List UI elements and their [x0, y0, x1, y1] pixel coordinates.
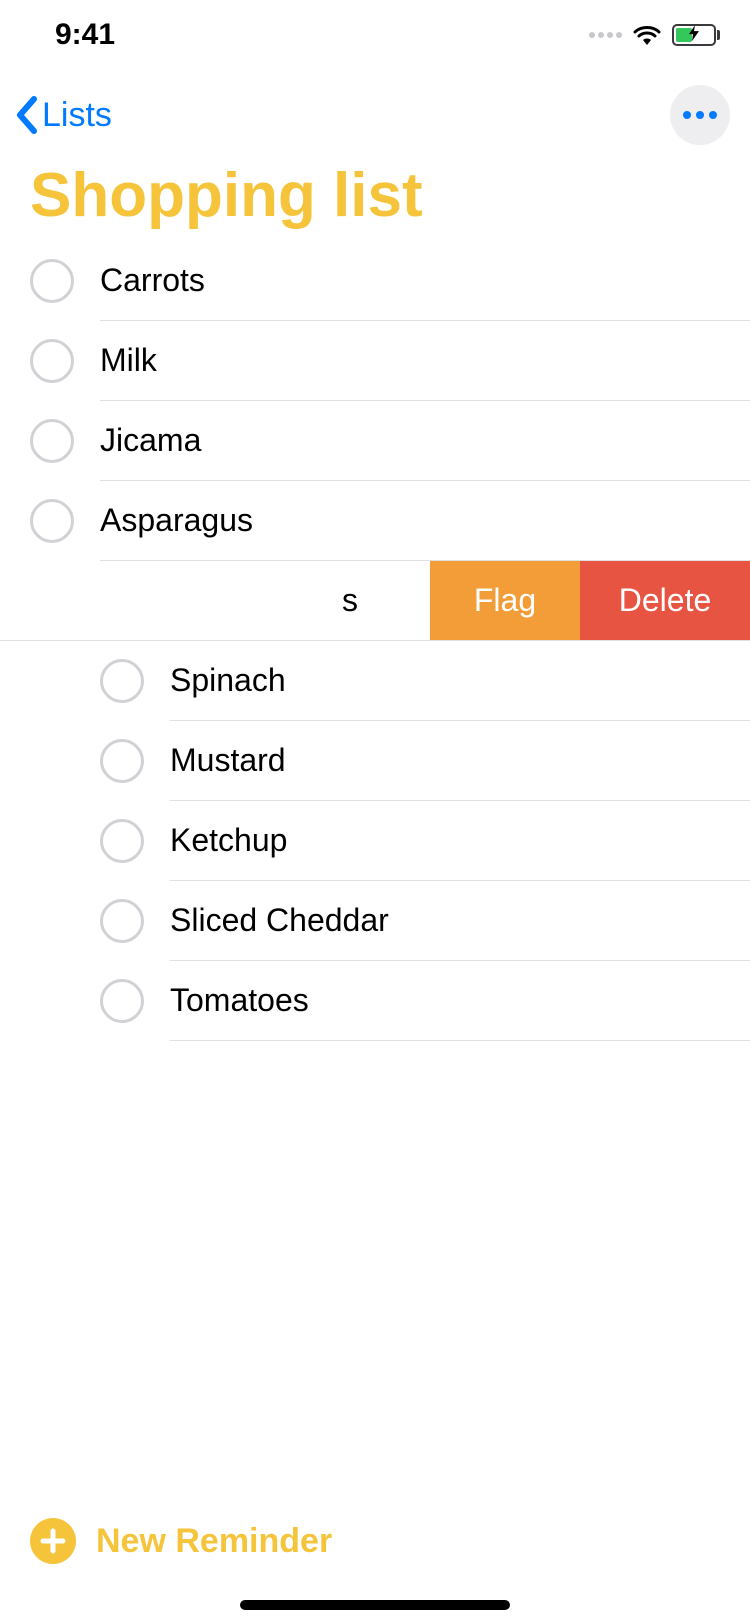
- back-label: Lists: [42, 96, 112, 135]
- battery-icon: [672, 24, 720, 46]
- reminder-label: Mustard: [170, 742, 286, 779]
- status-time: 9:41: [55, 18, 115, 52]
- status-icons: [589, 24, 720, 46]
- status-bar: 9:41: [0, 0, 750, 70]
- reminder-label: Asparagus: [100, 502, 253, 539]
- ellipsis-icon: [683, 111, 691, 119]
- reminder-item[interactable]: Sliced Cheddar: [0, 881, 750, 961]
- reminder-item[interactable]: Ketchup: [0, 801, 750, 881]
- new-reminder-label: New Reminder: [96, 1522, 332, 1561]
- reminder-label: Jicama: [100, 422, 201, 459]
- home-indicator[interactable]: [240, 1600, 510, 1610]
- wifi-icon: [632, 24, 662, 46]
- reminder-label: Milk: [100, 342, 157, 379]
- page-title: Shopping list: [0, 160, 750, 241]
- swiped-content[interactable]: s: [0, 561, 368, 640]
- reminder-item[interactable]: Spinach: [0, 641, 750, 721]
- reminder-item-swiped[interactable]: Flag Delete s: [0, 561, 750, 641]
- completion-radio[interactable]: [100, 899, 144, 943]
- reminder-label: Ketchup: [170, 822, 287, 859]
- reminder-item[interactable]: Asparagus: [0, 481, 750, 561]
- plus-circle-icon: [30, 1518, 76, 1564]
- completion-radio[interactable]: [30, 339, 74, 383]
- reminder-item[interactable]: Jicama: [0, 401, 750, 481]
- reminder-item[interactable]: Mustard: [0, 721, 750, 801]
- completion-radio[interactable]: [30, 259, 74, 303]
- completion-radio[interactable]: [100, 659, 144, 703]
- reminder-label: Carrots: [100, 262, 205, 299]
- reminder-item[interactable]: Carrots: [0, 241, 750, 321]
- reminders-list: Carrots Milk Jicama Asparagus Flag Delet…: [0, 241, 750, 1041]
- completion-radio[interactable]: [30, 419, 74, 463]
- completion-radio[interactable]: [100, 819, 144, 863]
- new-reminder-button[interactable]: New Reminder: [0, 1518, 750, 1564]
- swipe-actions: Flag Delete: [430, 561, 750, 640]
- flag-button[interactable]: Flag: [430, 561, 580, 640]
- back-button[interactable]: Lists: [14, 95, 112, 135]
- completion-radio[interactable]: [100, 739, 144, 783]
- more-button[interactable]: [670, 85, 730, 145]
- reminder-label: Sliced Cheddar: [170, 902, 389, 939]
- completion-radio[interactable]: [100, 979, 144, 1023]
- chevron-left-icon: [14, 95, 42, 135]
- reminder-label-fragment: s: [342, 582, 358, 619]
- completion-radio[interactable]: [30, 499, 74, 543]
- reminder-label: Spinach: [170, 662, 286, 699]
- reminder-item[interactable]: Milk: [0, 321, 750, 401]
- cellular-signal-icon: [589, 32, 622, 38]
- reminder-item[interactable]: Tomatoes: [0, 961, 750, 1041]
- reminder-label: Tomatoes: [170, 982, 309, 1019]
- delete-button[interactable]: Delete: [580, 561, 750, 640]
- nav-bar: Lists: [0, 70, 750, 160]
